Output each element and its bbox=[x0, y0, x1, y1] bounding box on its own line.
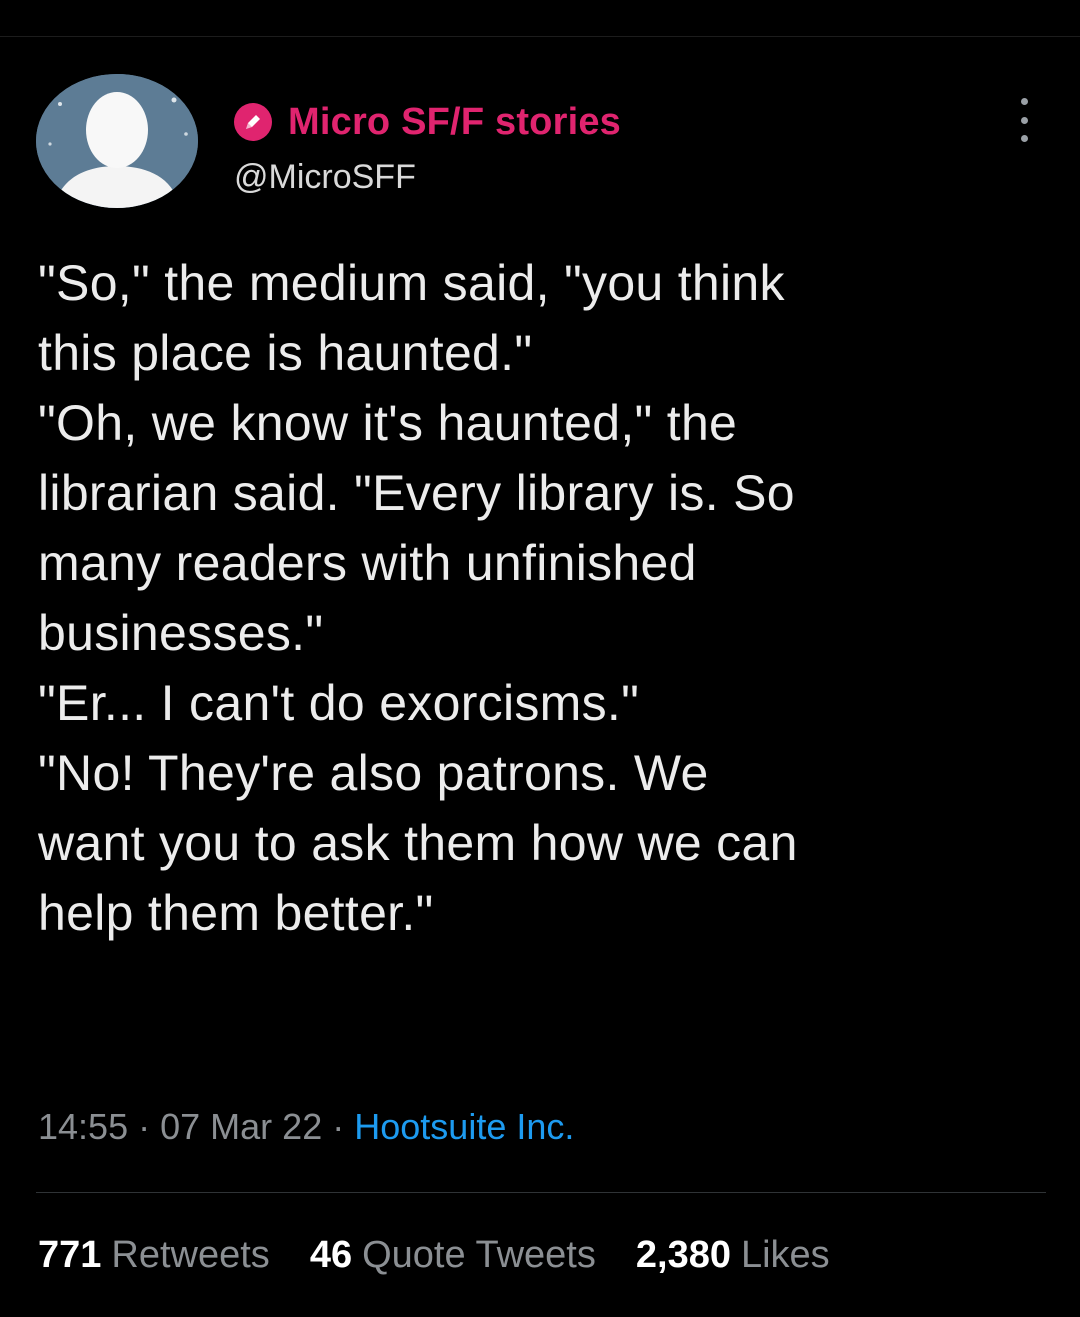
tweet-time[interactable]: 14:55 bbox=[38, 1106, 128, 1147]
account-handle[interactable]: @MicroSFF bbox=[234, 158, 621, 197]
more-dot-icon bbox=[1020, 116, 1028, 124]
pen-icon bbox=[234, 103, 272, 141]
account-names: Micro SF/F stories @MicroSFF bbox=[234, 96, 621, 197]
quote-tweets-label: Quote Tweets bbox=[362, 1234, 596, 1276]
quote-tweets-count: 46 bbox=[309, 1234, 353, 1276]
display-name[interactable]: Micro SF/F stories bbox=[288, 101, 621, 144]
more-dot-icon bbox=[1020, 98, 1028, 105]
more-dot-icon bbox=[1020, 135, 1028, 142]
likes-stat[interactable]: 2,380 Likes bbox=[636, 1234, 830, 1277]
likes-label: Likes bbox=[740, 1234, 830, 1276]
more-options-button[interactable] bbox=[1012, 98, 1036, 142]
tweet-source-link[interactable]: Hootsuite Inc. bbox=[354, 1106, 574, 1147]
tweet-date[interactable]: 07 Mar 22 bbox=[160, 1106, 322, 1147]
retweets-count: 771 bbox=[38, 1234, 102, 1276]
meta-separator: · bbox=[332, 1106, 345, 1147]
egg-avatar-icon[interactable] bbox=[36, 74, 198, 208]
retweets-label: Retweets bbox=[111, 1234, 270, 1276]
tweet-stats: 771 Retweets 46 Quote Tweets 2,380 Likes bbox=[38, 1234, 830, 1277]
quote-tweets-stat[interactable]: 46 Quote Tweets bbox=[310, 1234, 596, 1277]
meta-separator: · bbox=[138, 1106, 151, 1147]
tweet-body-text: "So," the medium said, "you think this p… bbox=[38, 255, 798, 941]
retweets-stat[interactable]: 771 Retweets bbox=[38, 1234, 270, 1277]
display-name-row[interactable]: Micro SF/F stories bbox=[234, 96, 621, 148]
stats-divider bbox=[36, 1192, 1046, 1193]
tweet-metadata: 14:55 · 07 Mar 22 · Hootsuite Inc. bbox=[38, 1106, 574, 1148]
likes-count: 2,380 bbox=[635, 1234, 731, 1276]
tweet-header: Micro SF/F stories @MicroSFF bbox=[36, 74, 1046, 214]
top-divider bbox=[0, 36, 1080, 37]
